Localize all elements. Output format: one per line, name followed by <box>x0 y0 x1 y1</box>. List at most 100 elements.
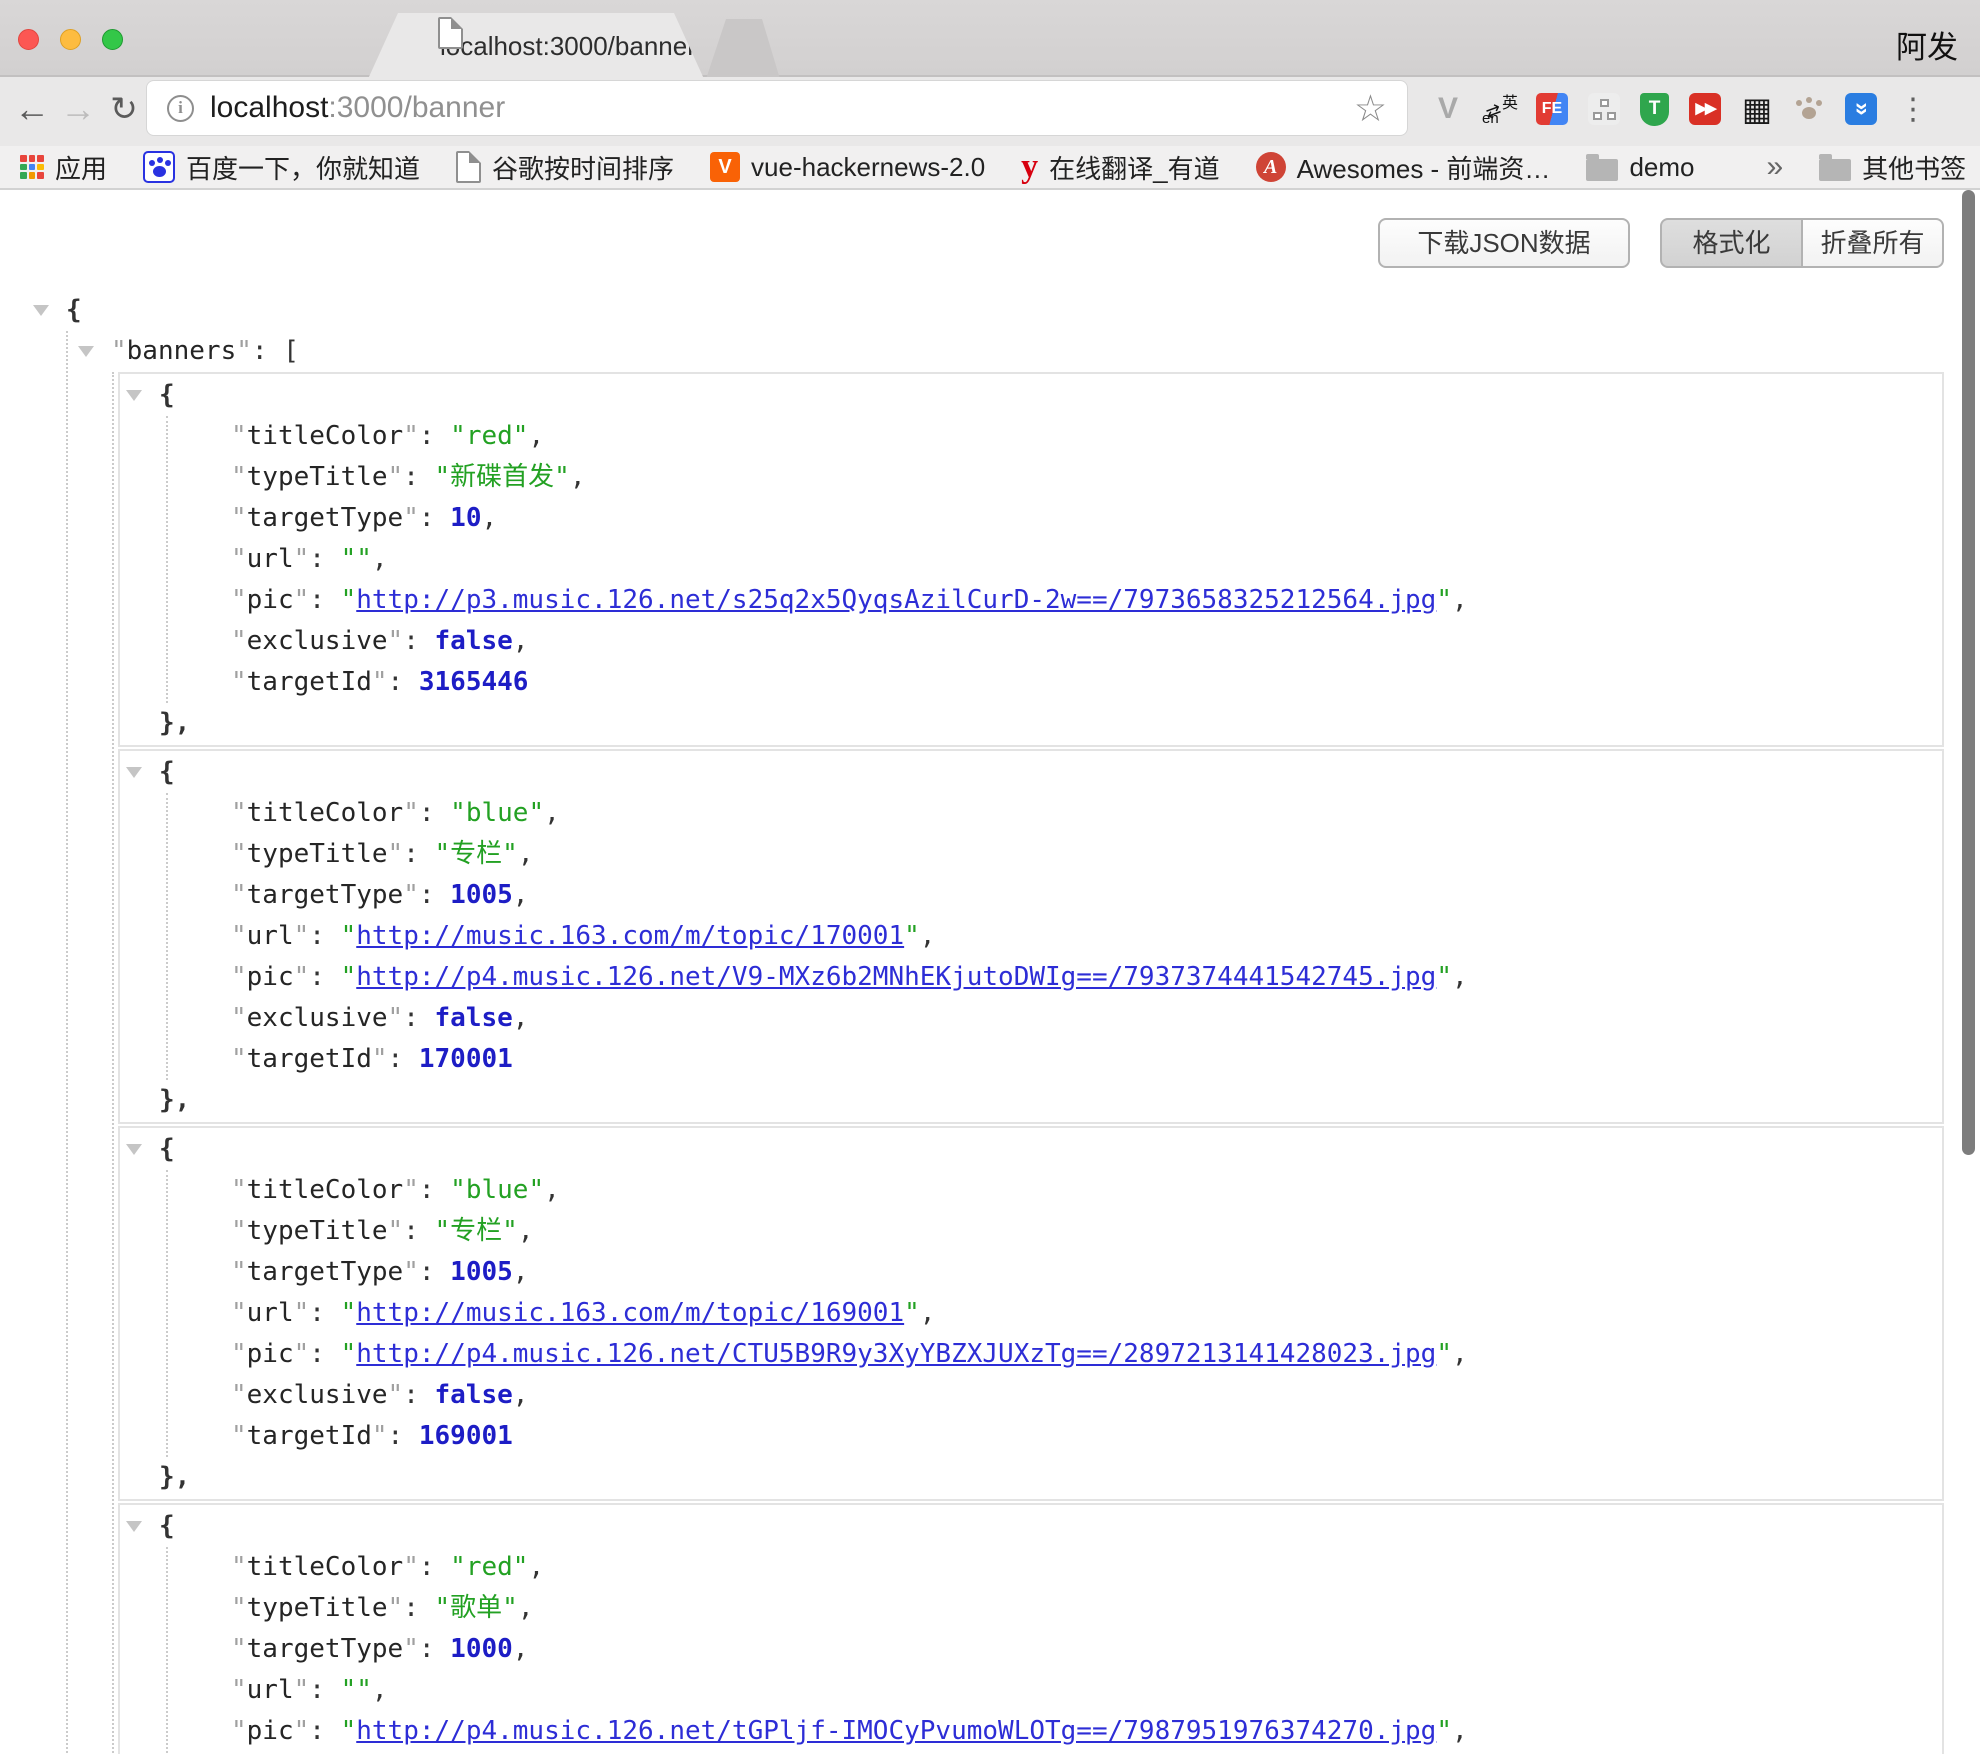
json-property-url: "url": "http://music.163.com/m/topic/169… <box>231 1293 1942 1334</box>
extensions-bar: V 英 ⇄ en FE T ▶▶ ▦ « ⋮ <box>1432 84 1929 134</box>
zoom-window-icon[interactable] <box>102 29 123 50</box>
json-property-targetId: "targetId": 3165446 <box>231 662 1942 703</box>
collapse-triangle-icon[interactable] <box>126 1506 159 1547</box>
json-url-link[interactable]: http://music.163.com/m/topic/169001 <box>356 1298 904 1328</box>
collapse-triangle-icon[interactable] <box>33 290 66 331</box>
qrcode-icon[interactable]: ▦ <box>1741 91 1773 127</box>
json-property-targetType: "targetType": 10, <box>231 498 1942 539</box>
shield-icon[interactable]: T <box>1640 93 1669 126</box>
collapse-triangle-icon[interactable] <box>126 752 159 793</box>
bookmark-awesomes[interactable]: A Awesomes - 前端资… <box>1256 149 1551 186</box>
json-object-open: { <box>126 752 1942 793</box>
json-property-targetId: "targetId": 169001 <box>231 1416 1942 1457</box>
json-root-children: "banners": [ { "titleColor": "red","type… <box>66 331 1944 1754</box>
json-object-close: }, <box>126 1080 1942 1121</box>
json-url-link[interactable]: http://p4.music.126.net/CTU5B9R9y3XyYBZX… <box>356 1339 1436 1369</box>
json-object-properties: "titleColor": "blue","typeTitle": "专栏","… <box>166 1170 1942 1457</box>
json-property-typeTitle: "typeTitle": "新碟首发", <box>231 457 1942 498</box>
new-tab-button[interactable] <box>706 19 780 79</box>
json-object: { "titleColor": "blue","typeTitle": "专栏"… <box>118 1126 1944 1501</box>
address-bar[interactable]: i localhost:3000/banner ☆ <box>146 80 1408 136</box>
json-object-properties: "titleColor": "red","typeTitle": "歌单","t… <box>166 1547 1942 1754</box>
page-icon <box>456 151 481 183</box>
bookmark-baidu[interactable]: 百度一下，你就知道 <box>143 149 420 186</box>
json-object-open: { <box>126 1129 1942 1170</box>
browser-window: localhost:3000/banner × 阿发 ← → ↻ i local… <box>0 0 1980 1754</box>
json-url-link[interactable]: http://p4.music.126.net/tGPljf-IMOCyPvum… <box>356 1716 1436 1746</box>
json-object-open: { <box>126 1506 1942 1547</box>
json-property-exclusive: "exclusive": false, <box>231 1375 1942 1416</box>
collapse-all-button[interactable]: 折叠所有 <box>1802 218 1944 268</box>
bookmark-google-sort[interactable]: 谷歌按时间排序 <box>456 149 674 186</box>
url-host: localhost <box>210 91 328 124</box>
browser-tab[interactable]: localhost:3000/banner × <box>368 13 704 79</box>
vue-devtools-icon[interactable]: V <box>1432 91 1464 127</box>
bookmark-vue-hackernews[interactable]: V vue-hackernews-2.0 <box>710 152 985 183</box>
json-property-pic: "pic": "http://p4.music.126.net/CTU5B9R9… <box>231 1334 1942 1375</box>
bookmarks-overflow-icon[interactable]: » <box>1766 150 1783 184</box>
reload-button[interactable]: ↻ <box>102 83 146 135</box>
collapse-triangle-icon[interactable] <box>78 331 111 372</box>
other-bookmarks[interactable]: 其他书签 <box>1819 149 1966 186</box>
vue-icon: V <box>710 152 740 182</box>
traffic-lights <box>18 29 123 50</box>
json-property-exclusive: "exclusive": false, <box>231 621 1942 662</box>
json-url-link[interactable]: http://p3.music.126.net/s25q2x5QyqsAzilC… <box>356 585 1436 615</box>
json-property-targetType: "targetType": 1005, <box>231 875 1942 916</box>
bookmark-label: 应用 <box>55 149 107 186</box>
apps-grid-icon <box>20 155 44 179</box>
json-url-link[interactable]: http://p4.music.126.net/V9-MXz6b2MNhEKju… <box>356 962 1436 992</box>
translate-icon[interactable]: 英 ⇄ en <box>1484 91 1516 127</box>
json-property-titleColor: "titleColor": "red", <box>231 416 1942 457</box>
json-object-properties: "titleColor": "blue","typeTitle": "专栏","… <box>166 793 1942 1080</box>
page-favicon-icon <box>438 17 463 49</box>
json-object: { "titleColor": "blue","typeTitle": "专栏"… <box>118 749 1944 1124</box>
view-mode-group: 格式化 折叠所有 <box>1660 218 1944 268</box>
browser-toolbar: ← → ↻ i localhost:3000/banner ☆ V 英 ⇄ en… <box>0 77 1980 146</box>
bookmark-star-icon[interactable]: ☆ <box>1354 90 1387 127</box>
download-json-button[interactable]: 下载JSON数据 <box>1378 218 1630 268</box>
json-property-titleColor: "titleColor": "red", <box>231 1547 1942 1588</box>
bookmark-demo-folder[interactable]: demo <box>1586 152 1694 183</box>
info-icon[interactable]: i <box>167 95 194 122</box>
json-object: { "titleColor": "red","typeTitle": "新碟首发… <box>118 372 1944 747</box>
download-arrows-icon[interactable]: « <box>1845 93 1877 125</box>
json-url-link[interactable]: http://music.163.com/m/topic/170001 <box>356 921 904 951</box>
close-window-icon[interactable] <box>18 29 39 50</box>
folder-icon <box>1586 159 1618 181</box>
paw-icon[interactable] <box>1793 93 1825 125</box>
sitemap-icon[interactable] <box>1588 93 1620 125</box>
folder-icon <box>1819 159 1851 181</box>
json-property-pic: "pic": "http://p4.music.126.net/tGPljf-I… <box>231 1711 1942 1752</box>
json-property-typeTitle: "typeTitle": "专栏", <box>231 1211 1942 1252</box>
json-property-titleColor: "titleColor": "blue", <box>231 793 1942 834</box>
bookmark-label: Awesomes - 前端资… <box>1297 149 1551 186</box>
fast-forward-icon[interactable]: ▶▶ <box>1689 93 1721 125</box>
json-root-open: { <box>33 290 1944 331</box>
collapse-triangle-icon[interactable] <box>126 375 159 416</box>
window-user-label: 阿发 <box>1896 22 1958 67</box>
bookmark-label: demo <box>1629 152 1694 183</box>
fe-icon[interactable]: FE <box>1536 93 1568 125</box>
format-button[interactable]: 格式化 <box>1660 218 1802 268</box>
json-property-url: "url": "", <box>231 539 1942 580</box>
vertical-scrollbar[interactable] <box>1962 190 1975 1155</box>
bookmark-label: 在线翻译_有道 <box>1049 149 1219 186</box>
bookmark-youdao[interactable]: y 在线翻译_有道 <box>1021 149 1219 186</box>
json-property-typeTitle: "typeTitle": "专栏", <box>231 834 1942 875</box>
json-array-items: { "titleColor": "red","typeTitle": "新碟首发… <box>112 372 1944 1754</box>
bookmark-label: vue-hackernews-2.0 <box>751 152 985 183</box>
back-button[interactable]: ← <box>10 83 54 135</box>
collapse-triangle-icon[interactable] <box>126 1129 159 1170</box>
forward-button[interactable]: → <box>56 83 100 135</box>
menu-dots-icon[interactable]: ⋮ <box>1897 91 1929 127</box>
json-property-url: "url": "", <box>231 1670 1942 1711</box>
minimize-window-icon[interactable] <box>60 29 81 50</box>
json-property-targetType: "targetType": 1005, <box>231 1252 1942 1293</box>
bookmark-apps[interactable]: 应用 <box>20 149 107 186</box>
json-object: { "titleColor": "red","typeTitle": "歌单",… <box>118 1503 1944 1754</box>
youdao-icon: y <box>1021 152 1038 182</box>
json-property-typeTitle: "typeTitle": "歌单", <box>231 1588 1942 1629</box>
tab-title: localhost:3000/banner <box>440 31 696 62</box>
url-text: localhost:3000/banner <box>210 91 1354 125</box>
